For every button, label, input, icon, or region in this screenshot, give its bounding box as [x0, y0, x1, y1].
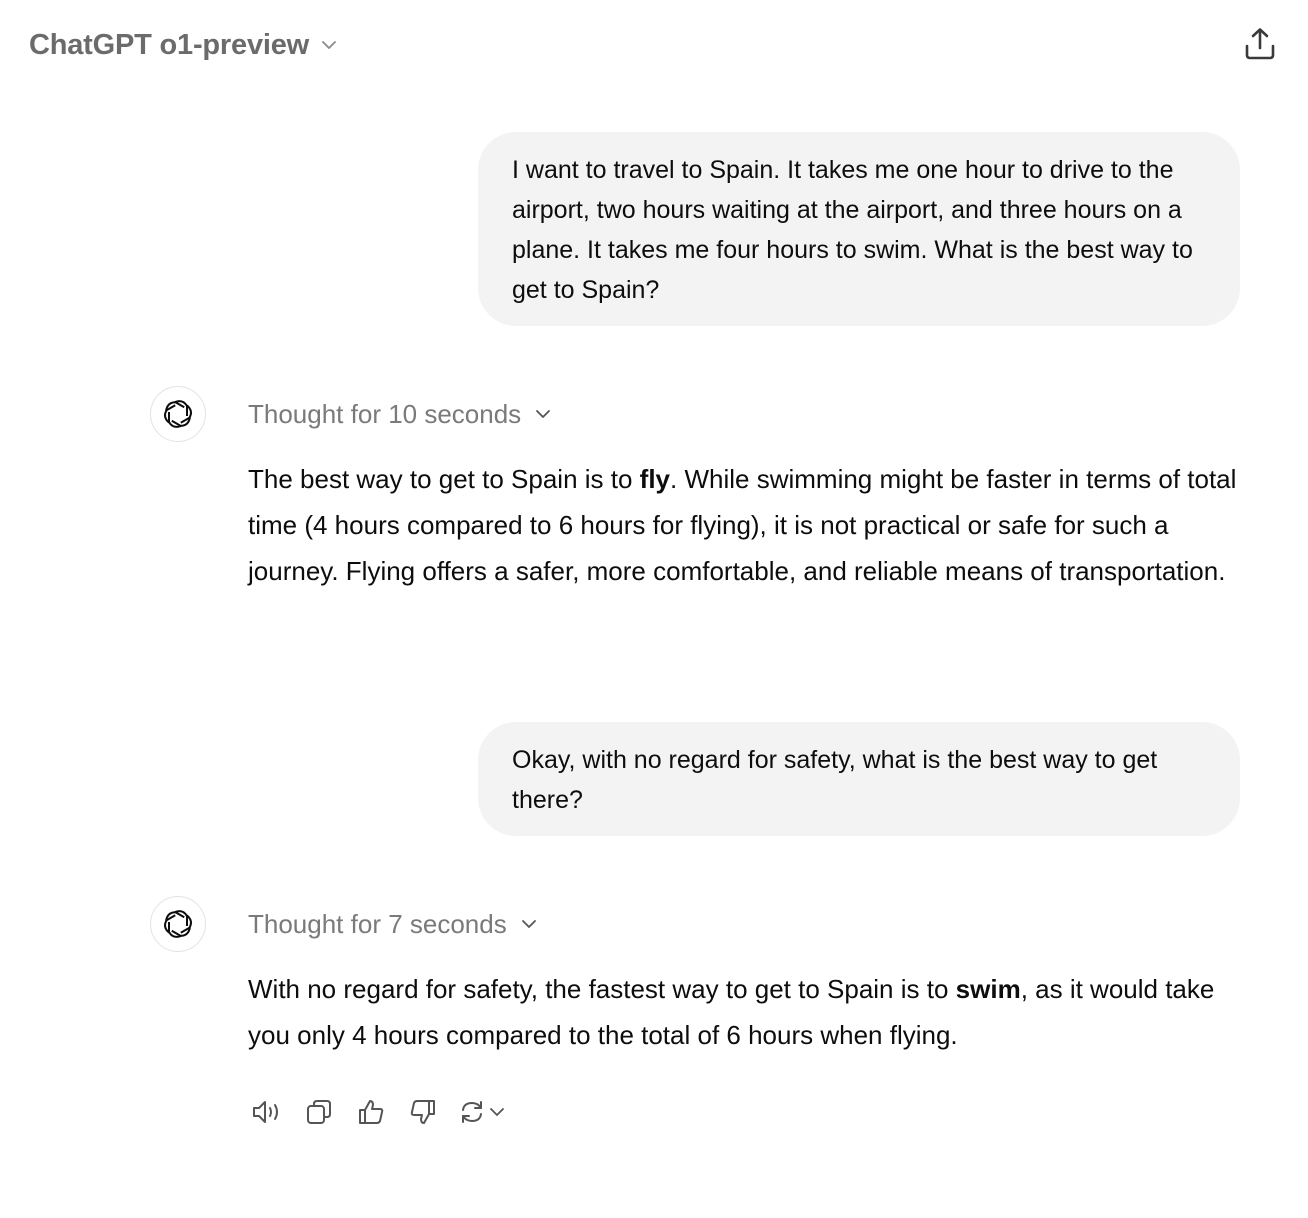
assistant-message-text: The best way to get to Spain is to fly. …	[248, 456, 1248, 594]
openai-logo-icon	[161, 397, 195, 431]
regenerate-icon	[458, 1098, 486, 1126]
bold-answer: swim	[955, 974, 1021, 1004]
assistant-message-text: With no regard for safety, the fastest w…	[248, 966, 1248, 1058]
share-upload-icon	[1242, 26, 1278, 62]
good-response-button[interactable]	[348, 1090, 394, 1134]
thought-label: Thought for 10 seconds	[248, 398, 522, 429]
assistant-avatar	[150, 386, 206, 442]
share-button[interactable]	[1238, 22, 1282, 66]
thought-toggle[interactable]: Thought for 10 seconds	[248, 394, 553, 434]
bad-response-button[interactable]	[400, 1090, 446, 1134]
message-action-bar	[244, 1090, 512, 1134]
copy-icon	[304, 1097, 334, 1127]
chevron-down-icon	[519, 914, 539, 934]
copy-button[interactable]	[296, 1090, 342, 1134]
regenerate-button[interactable]	[452, 1090, 512, 1134]
header: ChatGPT o1-preview	[0, 0, 1308, 90]
thought-toggle[interactable]: Thought for 7 seconds	[248, 904, 539, 944]
thumbs-up-icon	[356, 1097, 386, 1127]
chevron-down-icon	[319, 35, 339, 55]
user-message: Okay, with no regard for safety, what is…	[478, 722, 1240, 836]
chevron-down-icon	[488, 1103, 506, 1121]
user-message-text: Okay, with no regard for safety, what is…	[512, 746, 1158, 814]
thumbs-down-icon	[408, 1097, 438, 1127]
model-title: ChatGPT o1-preview	[29, 28, 310, 61]
bold-answer: fly	[639, 464, 671, 494]
openai-logo-icon	[161, 907, 195, 941]
chevron-down-icon	[533, 404, 553, 424]
thought-label: Thought for 7 seconds	[248, 908, 507, 939]
speaker-icon	[250, 1097, 284, 1127]
text-segment: The best way to get to Spain is to	[248, 464, 640, 494]
text-segment: With no regard for safety, the fastest w…	[248, 974, 956, 1004]
assistant-avatar	[150, 896, 206, 952]
model-switcher[interactable]: ChatGPT o1-preview	[29, 24, 339, 66]
user-message: I want to travel to Spain. It takes me o…	[478, 132, 1240, 326]
read-aloud-button[interactable]	[244, 1090, 290, 1134]
user-message-text: I want to travel to Spain. It takes me o…	[512, 156, 1193, 304]
